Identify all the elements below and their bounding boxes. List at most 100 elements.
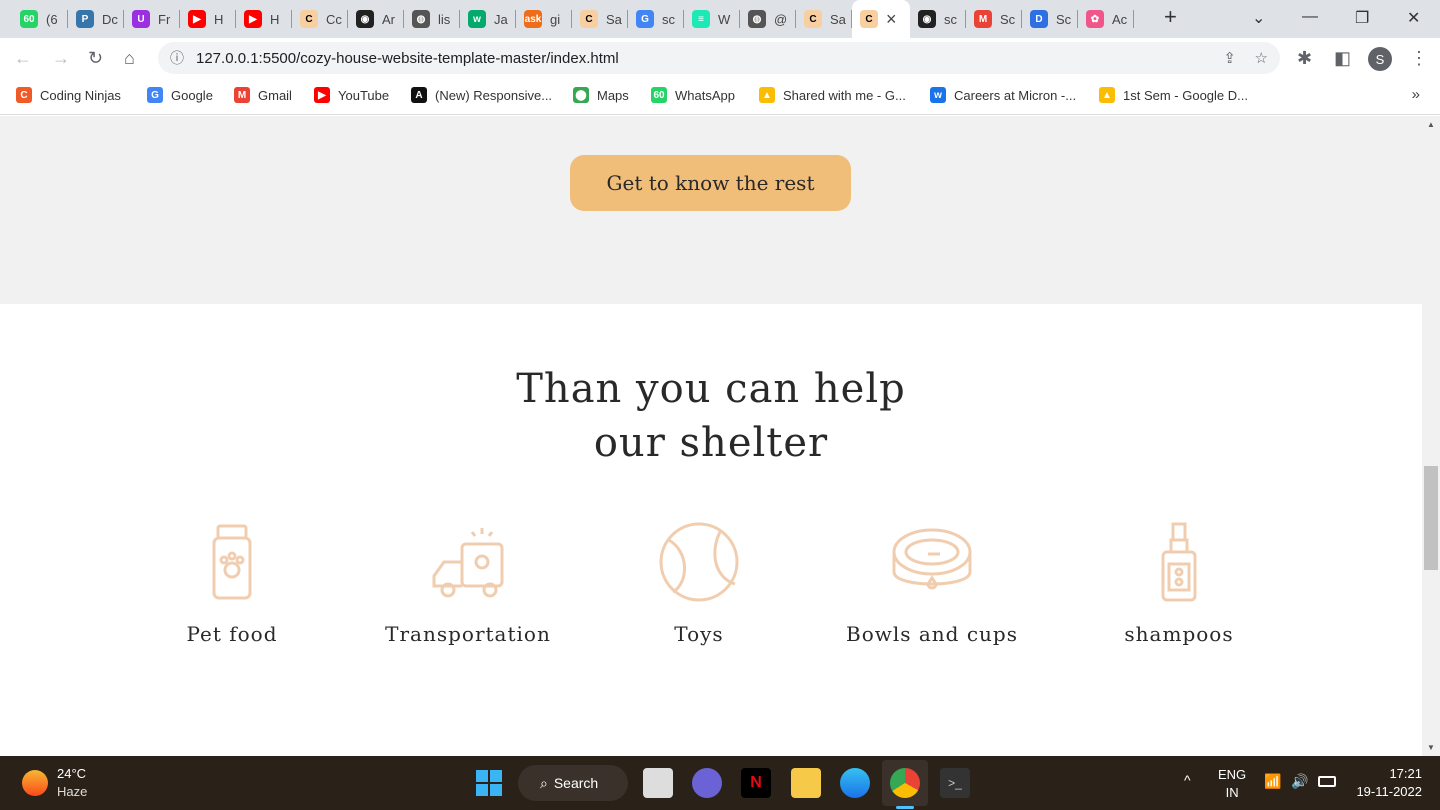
bookmark-item[interactable]: w Careers at Micron -... — [930, 87, 1076, 103]
scrollbar-thumb[interactable] — [1424, 466, 1438, 570]
bookmark-item[interactable]: ▲ 1st Sem - Google D... — [1099, 87, 1248, 103]
tab[interactable]: ◉ sc — [910, 0, 966, 38]
help-item[interactable]: Toys — [589, 522, 809, 646]
tab[interactable]: M Sc — [966, 0, 1022, 38]
help-item[interactable]: Pet food — [122, 522, 342, 646]
menu-icon[interactable]: ⋮ — [1410, 48, 1428, 69]
bookmark-item[interactable]: ⬤ Maps — [573, 87, 629, 103]
restore-button[interactable]: ❐ — [1355, 8, 1369, 28]
help-item[interactable]: Transportation — [358, 522, 578, 646]
wifi-icon[interactable]: 📶 — [1264, 773, 1281, 790]
info-icon[interactable]: ⓘ — [170, 48, 184, 68]
tab[interactable]: ≡ W — [684, 0, 740, 38]
tab[interactable]: ✿ Ac — [1078, 0, 1134, 38]
new-tab-button[interactable]: + — [1164, 4, 1177, 30]
language-indicator[interactable]: ENG IN — [1218, 767, 1246, 800]
tab[interactable]: ▶ H — [180, 0, 236, 38]
tab[interactable]: ◍ lis — [404, 0, 460, 38]
side-panel-icon[interactable]: ◧ — [1334, 48, 1351, 69]
bookmark-label: 1st Sem - Google D... — [1123, 87, 1248, 103]
clock[interactable]: 17:21 19-11-2022 — [1356, 766, 1422, 799]
tab[interactable]: P Dc — [68, 0, 124, 38]
c-icon: C — [860, 10, 878, 28]
volume-icon[interactable]: 🔊 — [1291, 773, 1308, 790]
teams-chat-icon[interactable] — [692, 768, 722, 798]
help-item[interactable]: shampoos — [1069, 522, 1289, 646]
battery-icon[interactable] — [1318, 776, 1336, 787]
more-bookmarks-button[interactable]: » — [1412, 86, 1420, 103]
share-icon[interactable]: ⇪ — [1223, 49, 1236, 67]
bookmarks-bar: » C Coding Ninjas G Google M Gmail ▶ YouTube A (N… — [0, 78, 1440, 115]
reload-button[interactable]: ↻ — [88, 48, 103, 69]
tab[interactable]: Gsc — [628, 0, 684, 38]
tab[interactable]: ▶ H — [236, 0, 292, 38]
netflix-icon[interactable]: N — [741, 768, 771, 798]
bookmark-star-icon[interactable]: ☆ — [1255, 49, 1268, 67]
bookmark-item[interactable]: 60 WhatsApp — [651, 87, 735, 103]
bookmark-favicon-icon: ⬤ — [573, 87, 589, 103]
weather-haze-icon[interactable] — [22, 770, 48, 796]
profile-avatar[interactable]: S — [1368, 47, 1392, 71]
bookmark-item[interactable]: ▲ Shared with me - G... — [759, 87, 906, 103]
tab[interactable]: ask gi — [516, 0, 572, 38]
bookmark-favicon-icon: A — [411, 87, 427, 103]
edge-icon[interactable] — [840, 768, 870, 798]
show-hidden-icons-button[interactable]: ^ — [1184, 772, 1191, 788]
minimize-button[interactable]: — — [1302, 8, 1318, 26]
tab[interactable]: D Sc — [1022, 0, 1078, 38]
scrollbar[interactable]: ▲ ▼ — [1422, 116, 1440, 756]
bookmark-item[interactable]: G Google — [147, 87, 213, 103]
tab[interactable]: 60 (6 — [12, 0, 68, 38]
c-icon: C — [300, 10, 318, 28]
cta-section: Get to know the rest — [0, 116, 1422, 304]
tab-title: W — [718, 11, 731, 27]
tab[interactable]: w Ja — [460, 0, 516, 38]
tab-title: sc — [944, 11, 957, 27]
get-to-know-rest-button[interactable]: Get to know the rest — [570, 155, 851, 211]
help-section: Than you can help our shelter Pet food Tr… — [0, 304, 1422, 756]
scroll-up-arrow[interactable]: ▲ — [1427, 120, 1435, 129]
tab-search-icon[interactable]: ⌄ — [1252, 8, 1265, 28]
bookmark-item[interactable]: ▶ YouTube — [314, 87, 389, 103]
tab[interactable]: U Fr — [124, 0, 180, 38]
tab[interactable]: C Sa — [796, 0, 852, 38]
tab-separator — [1133, 10, 1134, 28]
extensions-icon[interactable]: ✱ — [1297, 48, 1312, 69]
tab[interactable]: ◍ @ — [740, 0, 796, 38]
tab-title: Sc — [1056, 11, 1072, 27]
tab[interactable]: ◉ Ar — [348, 0, 404, 38]
globe-icon: ◍ — [748, 10, 766, 28]
address-bar[interactable]: ⓘ 127.0.0.1:5500/cozy-house-website-temp… — [158, 42, 1280, 74]
search-button[interactable]: ⌕ Search — [518, 765, 628, 801]
tab[interactable]: C × — [852, 0, 910, 38]
home-button[interactable]: ⌂ — [124, 48, 135, 69]
scroll-down-arrow[interactable]: ▼ — [1427, 743, 1435, 752]
chrome-icon[interactable] — [890, 768, 920, 798]
bowl-icon — [892, 528, 972, 590]
bookmark-favicon-icon: ▲ — [759, 87, 775, 103]
tab-title: @ — [774, 11, 788, 27]
tab[interactable]: C Cc — [292, 0, 348, 38]
heading-line-1: Than you can help — [516, 366, 906, 412]
help-item[interactable]: Bowls and cups — [822, 522, 1042, 646]
back-button[interactable]: ← — [14, 48, 32, 69]
bookmark-item[interactable]: C Coding Ninjas — [16, 87, 121, 103]
tab-title: Ja — [494, 11, 508, 27]
c-icon: C — [804, 10, 822, 28]
file-explorer-icon[interactable] — [791, 768, 821, 798]
forward-button[interactable]: → — [52, 48, 70, 69]
task-view-icon[interactable] — [643, 768, 673, 798]
bookmark-item[interactable]: M Gmail — [234, 87, 292, 103]
c-icon: C — [580, 10, 598, 28]
terminal-icon[interactable]: >_ — [940, 768, 970, 798]
close-tab-icon[interactable]: × — [886, 9, 897, 30]
youtube-icon: ▶ — [244, 10, 262, 28]
tab[interactable]: C Sa — [572, 0, 628, 38]
start-button[interactable] — [474, 768, 504, 798]
tab-strip: ⌄ — ❐ ✕ 60 (6 P Dc U Fr ▶ H ▶ H C Cc ◉ Ar ◍ lis w Ja ask gi… — [0, 0, 1440, 38]
time: 17:21 — [1389, 766, 1422, 781]
close-window-button[interactable]: ✕ — [1407, 8, 1420, 28]
bookmark-item[interactable]: A (New) Responsive... — [411, 87, 552, 103]
shampoo-bottle-icon — [1161, 522, 1197, 602]
bookmark-favicon-icon: ▲ — [1099, 87, 1115, 103]
